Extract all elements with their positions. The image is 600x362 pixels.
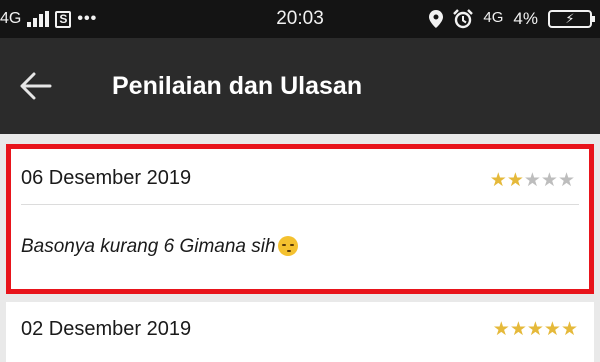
star-icon: ★ bbox=[509, 319, 527, 340]
star-icon: ★ bbox=[543, 319, 561, 340]
divider bbox=[21, 204, 579, 205]
review-text: Basonya kurang 6 Gimana sih bbox=[21, 236, 298, 258]
review-text-content: Basonya kurang 6 Gimana sih bbox=[21, 236, 276, 257]
alarm-icon bbox=[453, 9, 474, 29]
star-icon: ★ bbox=[506, 170, 524, 191]
app-bar: Penilaian dan Ulasan bbox=[0, 38, 600, 134]
review-card[interactable]: 06 Desember 2019 ★★★★★ Basonya kurang 6 … bbox=[6, 144, 594, 294]
star-icon: ★ bbox=[560, 319, 578, 340]
star-rating: ★★★★★ bbox=[493, 318, 578, 341]
star-icon: ★ bbox=[557, 170, 575, 191]
signal-icon bbox=[27, 11, 50, 27]
arrow-left-icon[interactable] bbox=[20, 72, 52, 100]
more-notifications-icon: ••• bbox=[77, 10, 98, 27]
network-type-left: 4G bbox=[0, 10, 22, 27]
star-icon: ★ bbox=[526, 319, 544, 340]
sim-icon: S bbox=[55, 10, 72, 28]
status-bar: 4G S ••• 20:03 4G 4% ⚡ bbox=[0, 0, 600, 38]
star-icon: ★ bbox=[523, 170, 541, 191]
battery-percent: 4% bbox=[513, 9, 538, 28]
star-icon: ★ bbox=[489, 170, 507, 191]
review-card[interactable]: 02 Desember 2019 ★★★★★ bbox=[6, 302, 594, 362]
location-icon bbox=[429, 10, 444, 28]
star-icon: ★ bbox=[492, 319, 510, 340]
unamused-face-icon bbox=[277, 236, 298, 256]
battery-icon: ⚡ bbox=[548, 10, 595, 28]
network-type-right: 4G bbox=[483, 8, 504, 26]
review-date: 02 Desember 2019 bbox=[21, 318, 192, 340]
status-left: 4G S ••• bbox=[0, 0, 97, 38]
status-right: 4G 4% ⚡ bbox=[429, 0, 595, 38]
page-title: Penilaian dan Ulasan bbox=[112, 72, 363, 100]
star-rating: ★★★★★ bbox=[490, 169, 575, 192]
review-date: 06 Desember 2019 bbox=[21, 167, 192, 189]
star-icon: ★ bbox=[540, 170, 558, 191]
